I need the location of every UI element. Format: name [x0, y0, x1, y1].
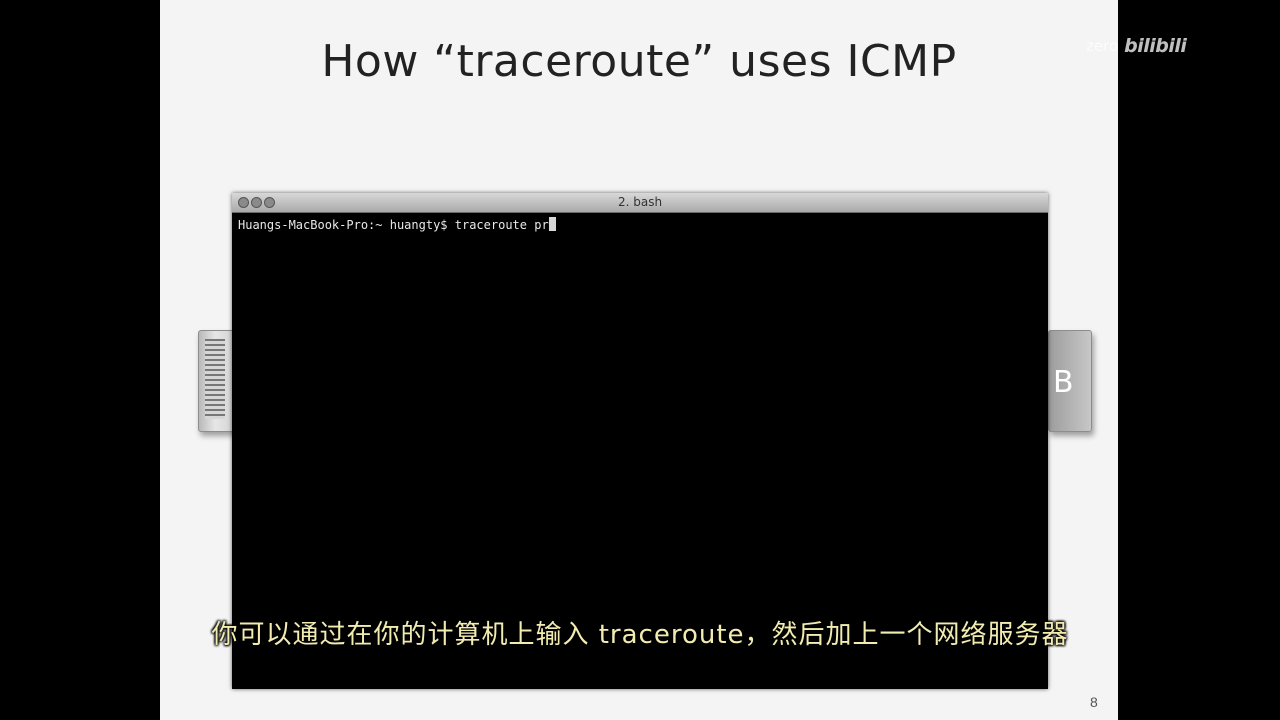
text-cursor	[548, 217, 556, 231]
watermark-username: zero	[1086, 37, 1119, 55]
bilibili-logo: bilibili	[1124, 35, 1187, 57]
terminal-content[interactable]: Huangs-MacBook-Pro:~ huangty$ traceroute…	[238, 217, 1042, 232]
typed-command: traceroute pr	[454, 218, 549, 232]
terminal-title: 2. bash	[617, 195, 663, 209]
server-b-label: B	[1053, 365, 1074, 400]
slide-page-number: 8	[1090, 694, 1098, 710]
video-watermark: zero bilibili	[1086, 34, 1187, 58]
shell-prompt: Huangs-MacBook-Pro:~ huangty$	[238, 218, 455, 232]
slide-title: How “traceroute” uses ICMP	[321, 36, 957, 87]
video-frame: How “traceroute” uses ICMP B 8 2. bash H…	[0, 0, 1280, 720]
server-rack-lines	[205, 339, 225, 419]
terminal-titlebar[interactable]: 2. bash	[232, 193, 1048, 213]
video-subtitle: 你可以通过在你的计算机上输入 traceroute，然后加上一个网络服务器	[211, 620, 1069, 650]
server-b-icon: B	[1048, 330, 1092, 432]
